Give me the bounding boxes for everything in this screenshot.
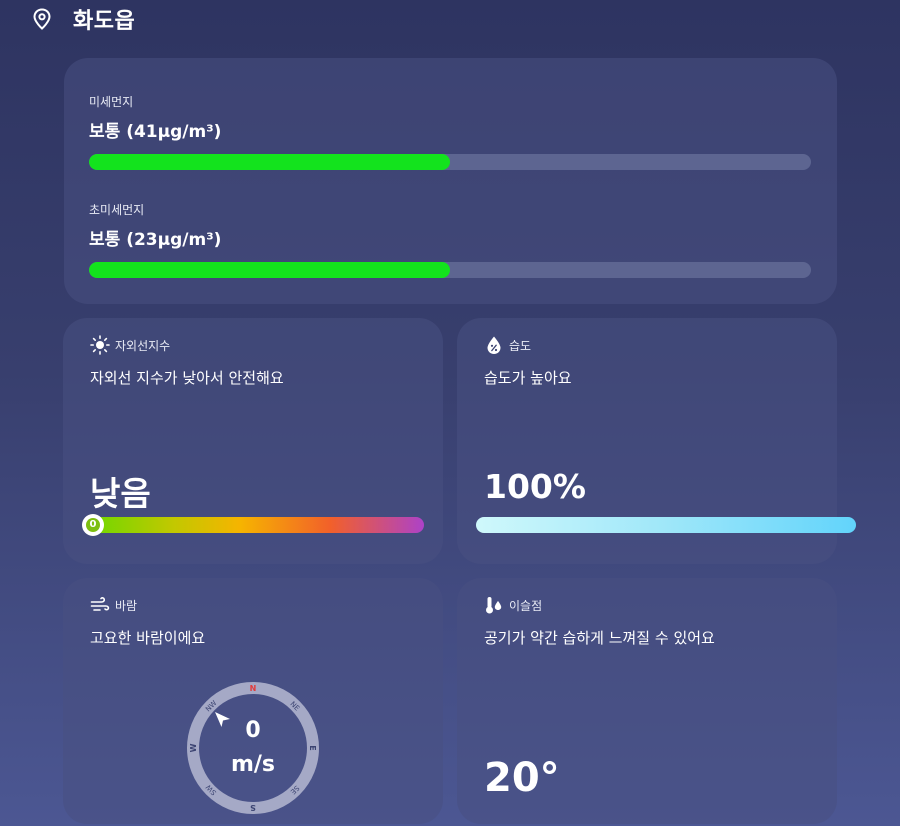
pm10-value: 보통 (41µg/m³) — [89, 122, 222, 142]
humidity-card[interactable]: 습도 습도가 높아요 100% — [457, 318, 856, 564]
uv-card-header: 자외선지수 — [90, 335, 170, 355]
uv-index-value: 0 — [86, 518, 100, 532]
humidity-title: 습도 — [509, 338, 532, 353]
pm25-section: 초미세먼지 보통 (23µg/m³) — [89, 201, 811, 278]
compass-s-label: S — [250, 803, 256, 812]
uv-description: 자외선 지수가 낮아서 안전해요 — [90, 369, 284, 387]
uv-level-text: 낮음 — [90, 474, 151, 513]
dew-point-title: 이슬점 — [509, 598, 543, 613]
fine-dust-card[interactable]: 미세먼지 보통 (41µg/m³) 초미세먼지 보통 (23µg/m³) — [64, 58, 837, 304]
wind-description: 고요한 바람이에요 — [90, 629, 206, 647]
pm10-section: 미세먼지 보통 (41µg/m³) — [89, 93, 811, 170]
dew-point-card[interactable]: 이슬점 공기가 약간 습하게 느껴질 수 있어요 20° — [457, 578, 837, 824]
uv-title: 자외선지수 — [115, 338, 171, 353]
map-pin-icon — [33, 8, 51, 30]
uv-index-card[interactable]: 자외선지수 자외선 지수가 낮아서 안전해요 낮음 0 — [63, 318, 443, 564]
compass-e-label: E — [308, 745, 317, 750]
humidity-value: 100% — [484, 467, 586, 506]
wind-card[interactable]: 바람 고요한 바람이에요 N NE E SE S SW W NW 0 m/s — [63, 578, 443, 824]
pm25-bar-fill — [89, 262, 450, 278]
wind-icon — [90, 595, 110, 615]
humidity-description: 습도가 높아요 — [484, 369, 572, 387]
thermometer-drop-icon — [484, 595, 504, 615]
pm10-bar-fill — [89, 154, 450, 170]
wind-speed-unit: m/s — [230, 752, 276, 777]
wind-compass: N NE E SE S SW W NW 0 m/s — [187, 682, 319, 814]
sun-icon — [90, 335, 110, 355]
dew-point-card-header: 이슬점 — [484, 595, 542, 615]
humidity-card-header: 습도 — [484, 335, 531, 355]
compass-n-label: N — [250, 684, 257, 693]
dew-point-value: 20° — [484, 755, 560, 801]
pm25-value: 보통 (23µg/m³) — [89, 230, 222, 250]
pm25-bar — [89, 262, 811, 278]
pm25-label: 초미세먼지 — [89, 203, 145, 217]
wind-title: 바람 — [115, 598, 138, 613]
pm10-label: 미세먼지 — [89, 95, 134, 109]
uv-index-marker: 0 — [82, 514, 104, 536]
pm10-bar — [89, 154, 811, 170]
humidity-bar — [476, 517, 856, 533]
dew-point-description: 공기가 약간 습하게 느껴질 수 있어요 — [484, 629, 715, 647]
uv-scale-bar — [90, 517, 424, 533]
location-header: 화도읍 — [32, 4, 135, 34]
wind-speed-value: 0 — [245, 718, 261, 743]
wind-card-header: 바람 — [90, 595, 137, 615]
location-name[interactable]: 화도읍 — [73, 3, 135, 35]
water-drop-percent-icon — [484, 335, 504, 355]
compass-dial: N NE E SE S SW W NW — [187, 682, 319, 814]
